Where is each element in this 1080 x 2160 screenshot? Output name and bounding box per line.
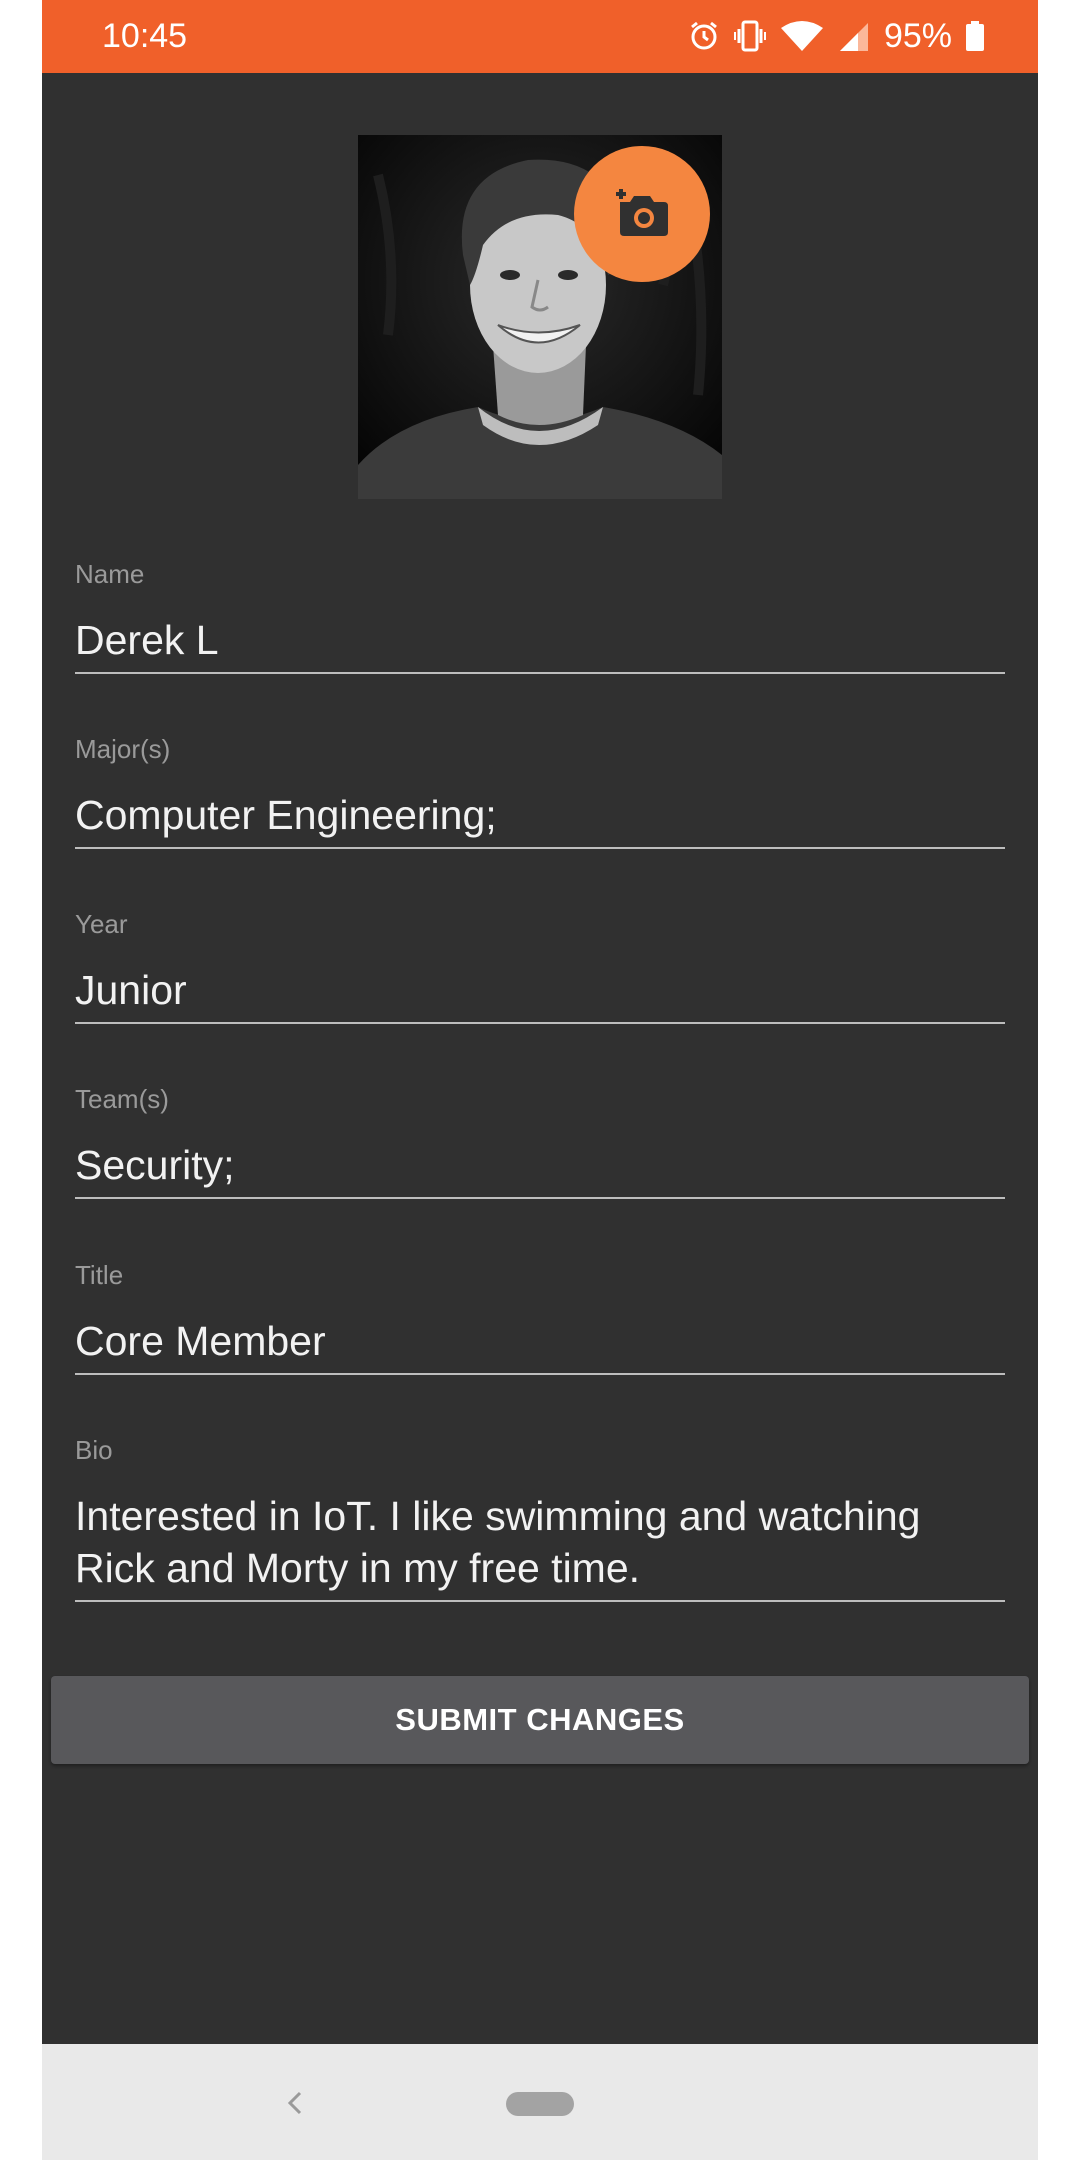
name-field[interactable]: Name Derek L: [75, 558, 1005, 678]
teams-input[interactable]: Security;: [75, 1139, 235, 1191]
signal-icon: [838, 20, 870, 52]
year-field[interactable]: Year Junior: [75, 908, 1005, 1028]
battery-percent: 95%: [883, 17, 952, 55]
back-icon[interactable]: [280, 2088, 310, 2118]
majors-underline: [75, 847, 1005, 849]
wifi-icon: [780, 20, 824, 52]
bio-underline: [75, 1600, 1005, 1602]
name-input[interactable]: Derek L: [75, 614, 219, 666]
majors-input[interactable]: Computer Engineering;: [75, 789, 497, 841]
bio-input-line-1[interactable]: Interested in IoT. I like swimming and w…: [75, 1490, 920, 1542]
alarm-icon: [688, 20, 720, 52]
year-label: Year: [75, 909, 128, 939]
bio-field[interactable]: Bio Interested in IoT. I like swimming a…: [75, 1434, 1005, 1604]
title-underline: [75, 1373, 1005, 1375]
status-bar: 10:45 95%: [42, 0, 1038, 73]
title-input[interactable]: Core Member: [75, 1315, 326, 1367]
teams-field[interactable]: Team(s) Security;: [75, 1083, 1005, 1203]
title-label: Title: [75, 1260, 124, 1290]
vibrate-icon: [733, 19, 766, 53]
status-time: 10:45: [102, 17, 188, 55]
year-underline: [75, 1022, 1005, 1024]
change-photo-button[interactable]: [574, 146, 710, 282]
submit-changes-button[interactable]: SUBMIT CHANGES: [51, 1676, 1029, 1764]
battery-icon: [966, 21, 984, 51]
navigation-bar: [42, 2044, 1038, 2160]
status-icons: 95%: [688, 14, 984, 58]
teams-label: Team(s): [75, 1084, 169, 1114]
name-label: Name: [75, 559, 145, 589]
app-screen: 10:45 95% Name Derek L Major(s) Computer…: [42, 0, 1038, 2160]
home-pill[interactable]: [506, 2092, 574, 2116]
year-input[interactable]: Junior: [75, 964, 187, 1016]
title-field[interactable]: Title Core Member: [75, 1259, 1005, 1379]
camera-add-icon: [612, 186, 672, 243]
teams-underline: [75, 1197, 1005, 1199]
bio-input-line-2[interactable]: Rick and Morty in my free time.: [75, 1542, 640, 1594]
majors-label: Major(s): [75, 734, 171, 764]
majors-field[interactable]: Major(s) Computer Engineering;: [75, 733, 1005, 853]
bio-label: Bio: [75, 1435, 113, 1465]
name-underline: [75, 672, 1005, 674]
